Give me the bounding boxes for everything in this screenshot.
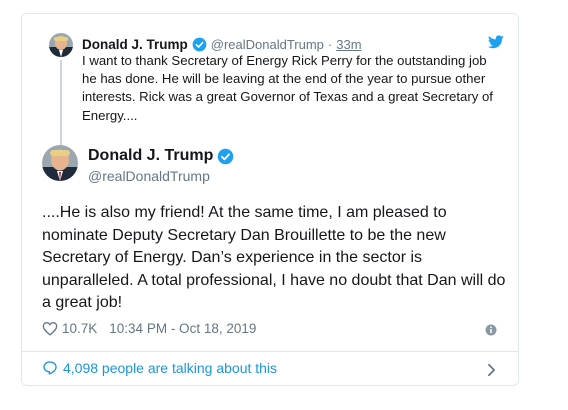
talking-about-link[interactable]: 4,098 people are talking about this (42, 360, 277, 376)
main-author-row: Donald J. Trump (88, 147, 234, 165)
parent-avatar[interactable] (49, 33, 73, 57)
divider (22, 351, 518, 352)
tweet-card: Donald J. Trump @realDonaldTrump · 33m I… (21, 13, 519, 386)
main-tweet-text: ....He is also my friend! At the same ti… (42, 204, 506, 311)
verified-badge-icon (192, 37, 207, 51)
parent-tweet-text: I want to thank Secretary of Energy Rick… (82, 53, 493, 123)
like-count[interactable]: 10.7K (62, 321, 97, 336)
info-icon[interactable] (485, 324, 497, 336)
verified-badge-icon (218, 148, 234, 164)
parent-header: Donald J. Trump @realDonaldTrump · 33m (82, 35, 362, 53)
chevron-right-icon[interactable] (487, 363, 496, 377)
talking-about-text: 4,098 people are talking about this (63, 360, 278, 376)
heart-icon[interactable] (42, 321, 58, 336)
speech-bubble-icon (43, 361, 57, 375)
twitter-bird-icon[interactable] (488, 35, 504, 49)
separator-dot: · (327, 36, 333, 52)
main-author-handle[interactable]: @realDonaldTrump (88, 168, 210, 184)
main-avatar[interactable] (42, 145, 78, 181)
main-author-name[interactable]: Donald J. Trump (88, 147, 213, 165)
tweet-timestamp[interactable]: 10:34 PM - Oct 18, 2019 (109, 321, 256, 336)
tweet-meta-row: 10.7K 10:34 PM - Oct 18, 2019 (42, 321, 256, 336)
parent-author-handle[interactable]: @realDonaldTrump (211, 37, 324, 52)
thread-line (60, 60, 62, 152)
parent-timestamp-link[interactable]: 33m (336, 37, 361, 52)
parent-author-name[interactable]: Donald J. Trump (82, 37, 188, 52)
